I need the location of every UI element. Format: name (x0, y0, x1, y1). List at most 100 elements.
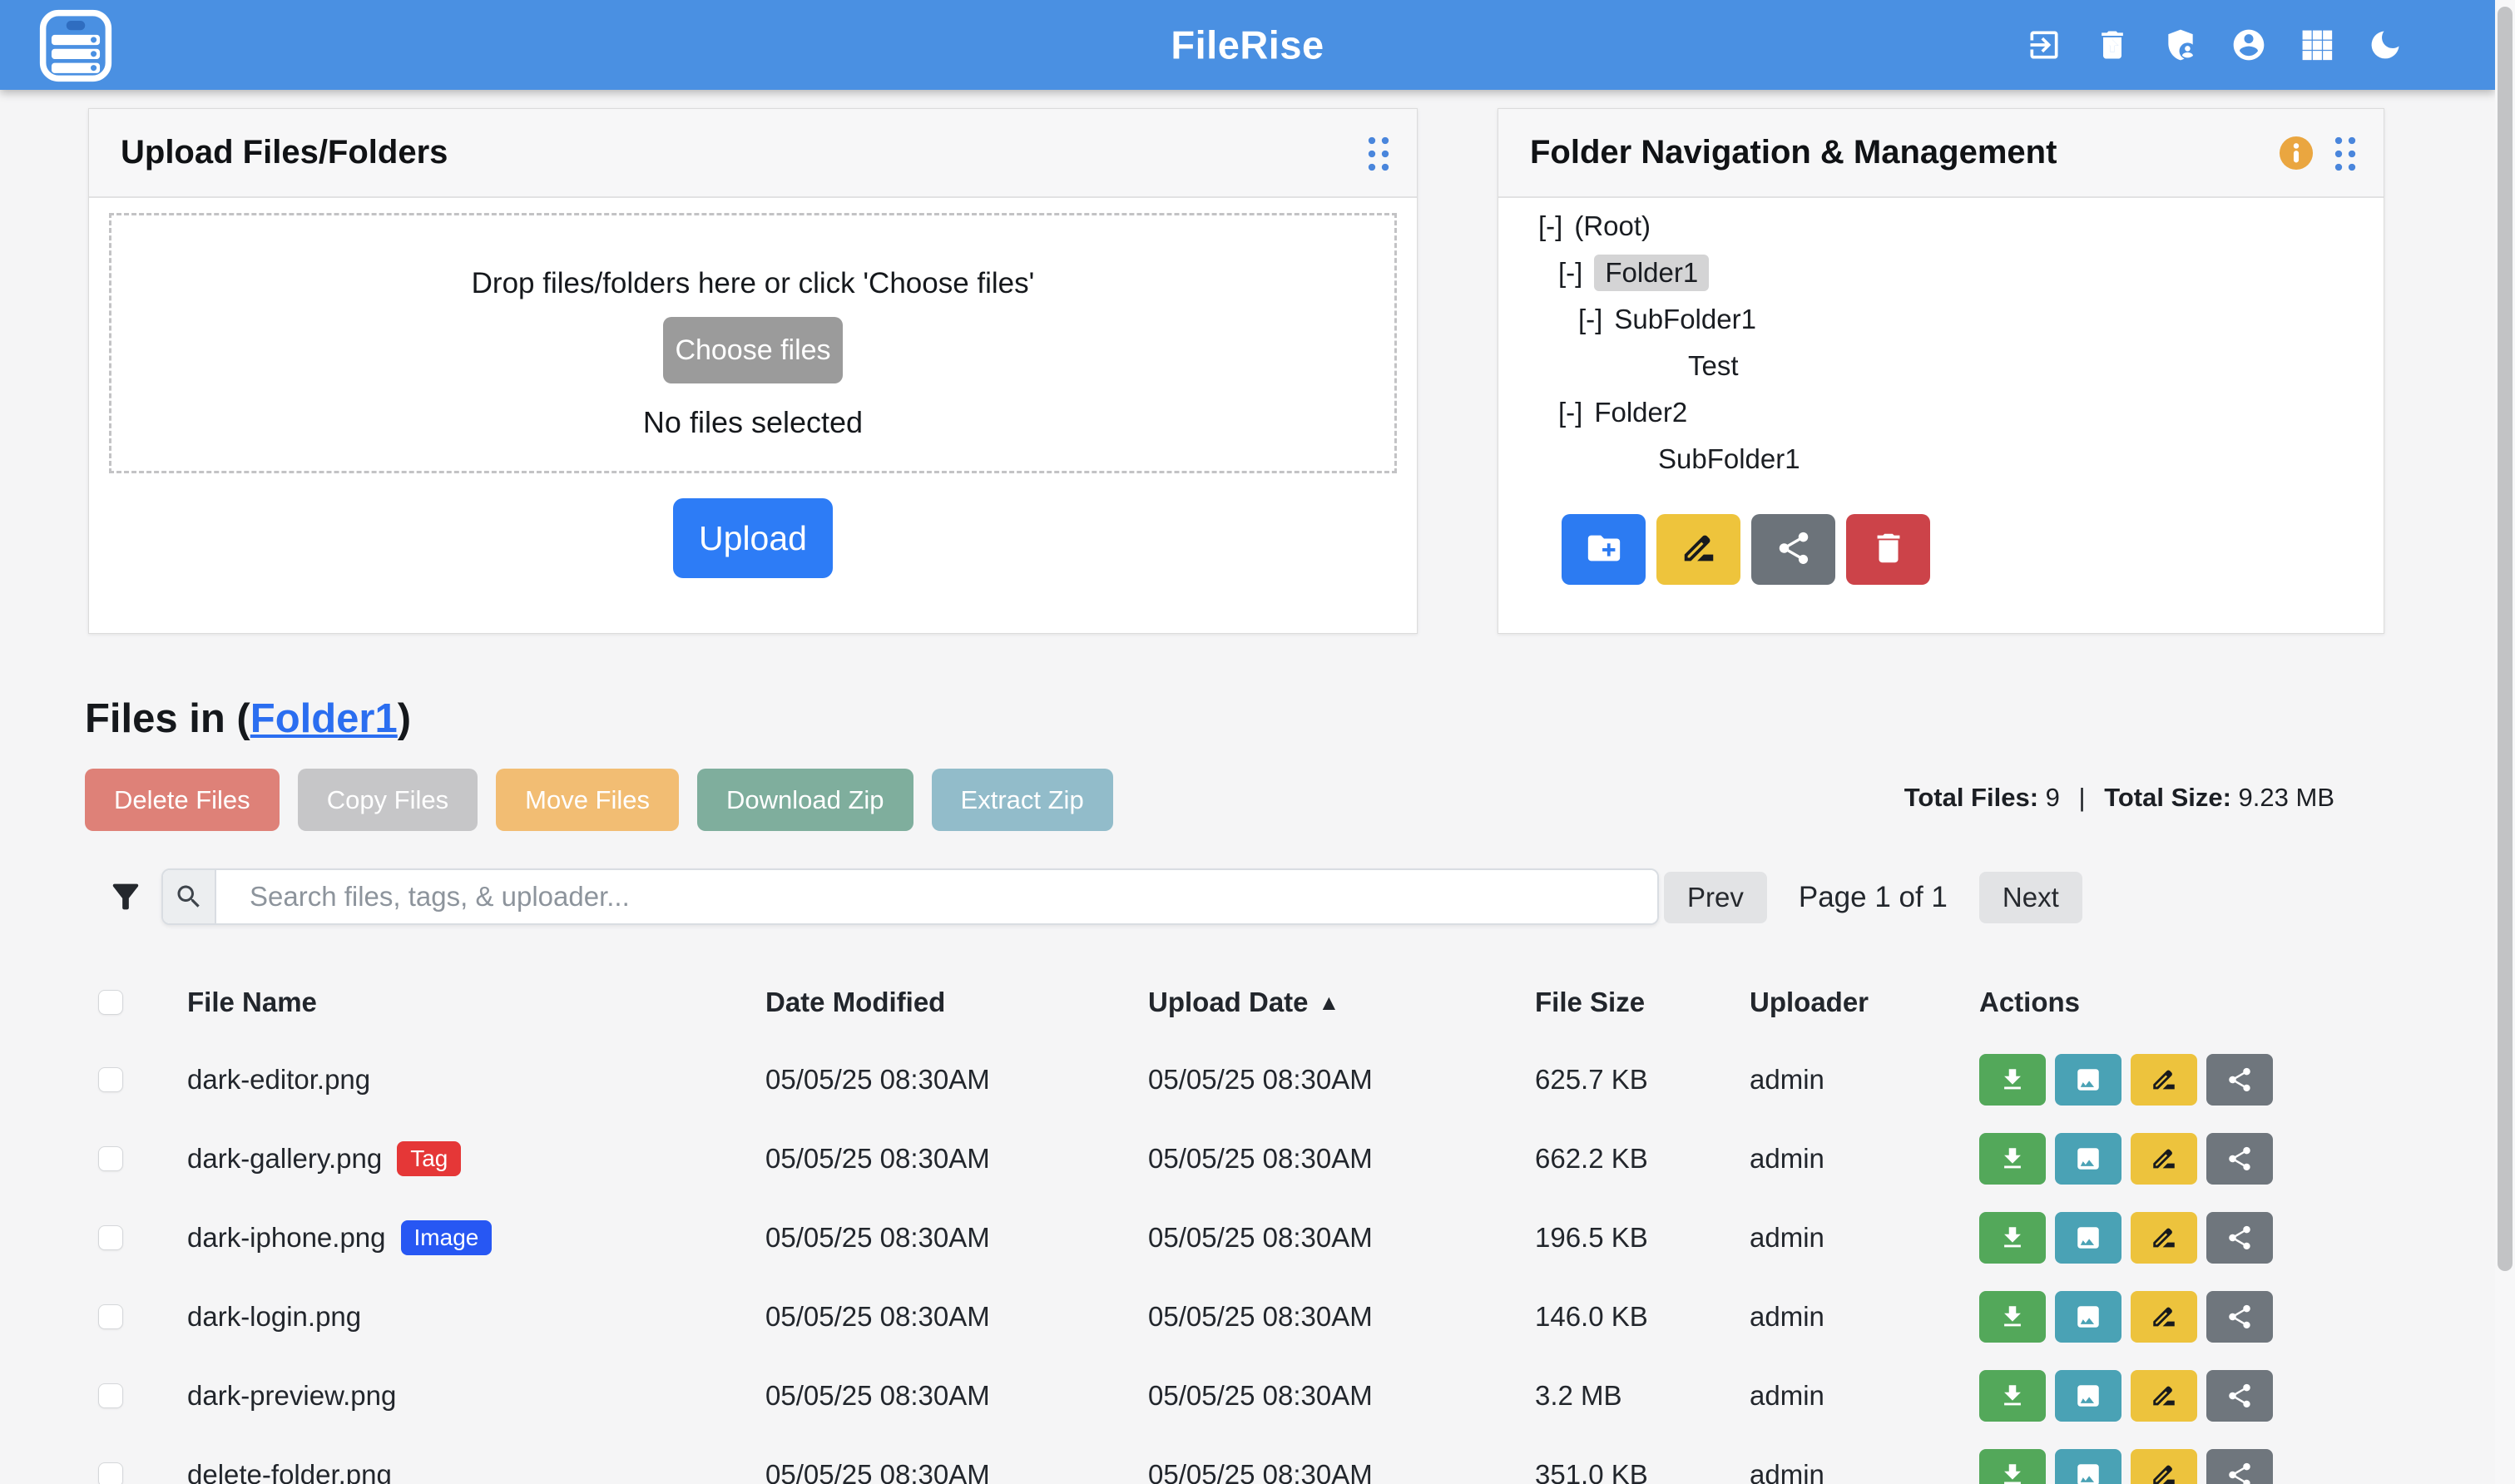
tree-item-root[interactable]: [-] (Root) (1538, 203, 2359, 250)
folder-navigation-card: Folder Navigation & Management [-] (Root… (1498, 108, 2384, 634)
next-page-button[interactable]: Next (1979, 872, 2082, 923)
search-row (106, 868, 1659, 925)
rename-folder-button[interactable] (1656, 514, 1740, 585)
delete-folder-button[interactable] (1846, 514, 1930, 585)
drag-handle-icon[interactable] (1365, 134, 1392, 172)
download-button[interactable] (1979, 1212, 2046, 1264)
download-zip-button[interactable]: Download Zip (697, 769, 913, 831)
copy-files-button[interactable]: Copy Files (298, 769, 478, 831)
download-button[interactable] (1979, 1449, 2046, 1484)
current-folder-link[interactable]: Folder1 (250, 696, 398, 741)
page-indicator: Page 1 of 1 (1799, 881, 1948, 914)
row-checkbox[interactable] (98, 1146, 123, 1171)
upload-button[interactable]: Upload (673, 498, 833, 578)
image-icon (2074, 1303, 2102, 1331)
download-button[interactable] (1979, 1291, 2046, 1343)
share-button[interactable] (2206, 1449, 2273, 1484)
filter-icon[interactable] (106, 878, 145, 916)
preview-button[interactable] (2055, 1370, 2121, 1422)
dropzone[interactable]: Drop files/folders here or click 'Choose… (109, 213, 1397, 473)
preview-button[interactable] (2055, 1133, 2121, 1185)
account-circle-icon[interactable] (2230, 27, 2267, 63)
row-checkbox[interactable] (98, 1304, 123, 1329)
prev-page-button[interactable]: Prev (1664, 872, 1767, 923)
share-button[interactable] (2206, 1212, 2273, 1264)
row-checkbox[interactable] (98, 1462, 123, 1484)
column-header-upload-date[interactable]: Upload Date▲ (1148, 987, 1535, 1018)
share-icon (2225, 1461, 2254, 1484)
apps-grid-icon[interactable] (2299, 27, 2335, 63)
create-folder-button[interactable] (1562, 514, 1646, 585)
preview-button[interactable] (2055, 1054, 2121, 1106)
restore-from-trash-icon[interactable] (2094, 27, 2131, 63)
row-action-bar (1979, 1370, 2463, 1422)
select-all-checkbox[interactable] (98, 990, 123, 1015)
scrollbar-thumb[interactable] (2498, 7, 2513, 1271)
file-name[interactable]: dark-iphone.png (187, 1222, 386, 1254)
tree-item-folder1[interactable]: [-] Folder1 (1558, 250, 2359, 296)
file-name[interactable]: delete-folder.png (187, 1459, 765, 1484)
tree-item-folder2[interactable]: [-] Folder2 (1558, 389, 2359, 436)
image-icon (2074, 1066, 2102, 1094)
edit-pencil-icon (2150, 1382, 2178, 1410)
date-modified: 05/05/25 08:30AM (765, 1064, 1148, 1096)
preview-button[interactable] (2055, 1212, 2121, 1264)
preview-button[interactable] (2055, 1291, 2121, 1343)
edit-button[interactable] (2131, 1291, 2197, 1343)
edit-button[interactable] (2131, 1212, 2197, 1264)
search-icon[interactable] (163, 870, 216, 923)
file-name[interactable]: dark-preview.png (187, 1380, 765, 1412)
preview-button[interactable] (2055, 1449, 2121, 1484)
info-icon[interactable] (2279, 136, 2314, 171)
column-header-date-modified[interactable]: Date Modified (765, 987, 1148, 1018)
image-icon (2074, 1461, 2102, 1484)
admin-shield-icon[interactable] (2162, 27, 2199, 63)
dark-mode-moon-icon[interactable] (2367, 27, 2404, 63)
share-button[interactable] (2206, 1054, 2273, 1106)
share-button[interactable] (2206, 1133, 2273, 1185)
date-modified: 05/05/25 08:30AM (765, 1301, 1148, 1333)
row-checkbox[interactable] (98, 1067, 123, 1092)
download-icon (1998, 1145, 2027, 1173)
filerise-logo-icon[interactable] (38, 8, 113, 83)
column-header-file-size[interactable]: File Size (1535, 987, 1750, 1018)
selected-folder[interactable]: Folder1 (1594, 255, 1709, 291)
file-name[interactable]: dark-editor.png (187, 1064, 765, 1096)
file-name[interactable]: dark-login.png (187, 1301, 765, 1333)
edit-button[interactable] (2131, 1133, 2197, 1185)
download-button[interactable] (1979, 1054, 2046, 1106)
delete-files-button[interactable]: Delete Files (85, 769, 280, 831)
download-button[interactable] (1979, 1133, 2046, 1185)
logout-icon[interactable] (2026, 27, 2062, 63)
tree-item-subfolder1[interactable]: [-] SubFolder1 (1618, 296, 2359, 343)
column-header-file-name[interactable]: File Name (187, 987, 765, 1018)
file-name[interactable]: dark-gallery.png (187, 1143, 382, 1175)
tag-badge: Tag (397, 1141, 461, 1176)
download-button[interactable] (1979, 1370, 2046, 1422)
move-files-button[interactable]: Move Files (496, 769, 679, 831)
share-icon (2225, 1303, 2254, 1331)
upload-card-title: Upload Files/Folders (121, 134, 1365, 171)
tree-item-test[interactable]: Test (1688, 343, 2359, 389)
search-input[interactable] (216, 870, 1657, 923)
file-table: File Name Date Modified Upload Date▲ Fil… (0, 965, 2463, 1484)
edit-button[interactable] (2131, 1449, 2197, 1484)
extract-zip-button[interactable]: Extract Zip (932, 769, 1113, 831)
edit-button[interactable] (2131, 1370, 2197, 1422)
scrollbar[interactable] (2495, 0, 2515, 1484)
drag-handle-icon[interactable] (2332, 134, 2359, 172)
date-modified: 05/05/25 08:30AM (765, 1380, 1148, 1412)
file-size: 196.5 KB (1535, 1222, 1750, 1254)
share-button[interactable] (2206, 1370, 2273, 1422)
share-folder-button[interactable] (1751, 514, 1835, 585)
header-icon-bar (2026, 0, 2404, 90)
edit-button[interactable] (2131, 1054, 2197, 1106)
column-header-uploader[interactable]: Uploader (1750, 987, 1979, 1018)
row-checkbox[interactable] (98, 1383, 123, 1408)
tree-item-subfolder1-b[interactable]: SubFolder1 (1658, 436, 2359, 482)
choose-files-button[interactable]: Choose files (663, 317, 843, 383)
row-checkbox[interactable] (98, 1225, 123, 1250)
upload-card-header: Upload Files/Folders (89, 109, 1417, 198)
table-row: dark-gallery.pngTag 05/05/25 08:30AM 05/… (0, 1119, 2463, 1198)
share-button[interactable] (2206, 1291, 2273, 1343)
